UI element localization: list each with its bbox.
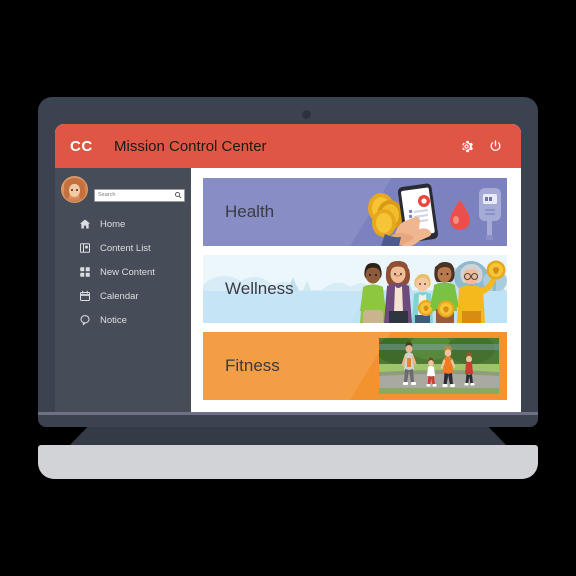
laptop-mockup: CC Mission Control Center Search Home Co… [0,0,576,576]
laptop-foot [38,445,538,479]
header-actions [459,139,503,154]
content-card-wellness[interactable]: Wellness [203,255,507,323]
card-title: Wellness [225,279,294,298]
laptop-screen: CC Mission Control Center Search Home Co… [55,124,521,413]
wellness-people-illustration [360,260,506,323]
sidebar-item-label: Content List [100,242,151,254]
laptop-base-top [38,415,538,427]
sidebar-item-notice[interactable]: Notice [55,308,191,332]
page-title: Mission Control Center [114,137,267,155]
book-icon [79,242,91,254]
webcam-dot [302,110,311,119]
sidebar-item-label: Home [100,218,126,230]
sidebar-item-content-list[interactable]: Content List [55,236,191,260]
content-area: Health Wellness Fitness [191,168,521,413]
speech-bubble-icon [79,314,91,326]
avatar-hair-right [79,185,85,199]
calendar-icon [79,290,91,302]
health-illustration [368,183,501,246]
avatar-eye-left [71,189,73,191]
power-icon[interactable] [488,139,503,154]
sidebar-nav: Home Content List New Content Calendar N… [55,212,191,332]
card-title: Fitness [225,356,280,375]
fitness-photo [379,338,499,394]
sidebar-item-calendar[interactable]: Calendar [55,284,191,308]
sidebar-item-label: Notice [100,314,127,326]
sidebar-item-label: New Content [100,266,155,278]
app-header: CC Mission Control Center [55,124,521,168]
content-card-fitness[interactable]: Fitness [203,332,507,400]
home-icon [79,218,91,230]
app-logo[interactable]: CC [70,138,106,155]
grid-icon [79,266,91,278]
sidebar-item-new-content[interactable]: New Content [55,260,191,284]
sidebar-item-label: Calendar [100,290,139,302]
avatar[interactable] [61,176,88,203]
search-input[interactable] [94,188,185,202]
content-card-health[interactable]: Health [203,178,507,246]
sidebar: Home Content List [55,168,191,413]
avatar-eye-right [76,189,78,191]
search-box [94,183,185,202]
sidebar-header [55,168,191,203]
sidebar-item-home[interactable]: Home [55,212,191,236]
card-title: Health [225,202,275,221]
settings-icon[interactable] [459,139,474,154]
